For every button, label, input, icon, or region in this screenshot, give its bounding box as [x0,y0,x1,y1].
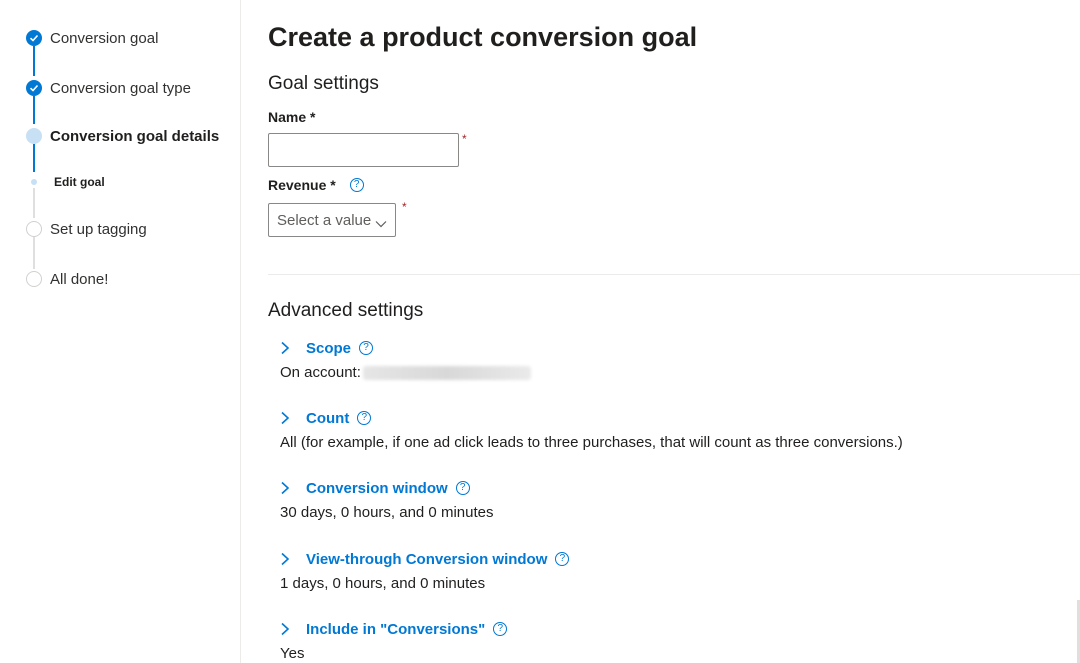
step-all-done[interactable]: All done! [0,267,220,291]
help-icon[interactable]: ? [349,178,364,192]
conversion-window-expander[interactable]: Conversion window ? [280,477,470,499]
step-label: Conversion goal details [50,127,220,145]
section-divider [268,274,1080,275]
view-through-conversion-window-value: 1 days, 0 hours, and 0 minutes [280,575,486,592]
step-set-up-tagging[interactable]: Set up tagging [0,217,220,241]
chevron-right-icon [280,622,294,636]
pending-step-circle-icon [26,271,42,287]
revenue-label-row: Revenue * ? [268,177,364,193]
stepper-connector [33,144,35,172]
conversion-window-value: 30 days, 0 hours, and 0 minutes [280,504,494,521]
stepper-connector [33,96,35,124]
step-conversion-goal[interactable]: Conversion goal [0,26,220,50]
include-in-conversions-label: Include in "Conversions" [306,620,486,638]
help-icon[interactable]: ? [455,481,470,495]
checkmark-icon [26,30,42,46]
chevron-right-icon [280,552,294,566]
stepper-connector [33,237,35,269]
chevron-right-icon [280,411,294,425]
chevron-right-icon [280,341,294,355]
required-marker: * [402,200,407,214]
chevron-down-icon [375,215,387,233]
step-label: All done! [50,270,109,288]
name-input[interactable] [268,133,459,167]
conversion-window-label: Conversion window [306,479,448,497]
scope-value: On account: [280,364,531,381]
step-label: Set up tagging [50,220,147,238]
revenue-select-value: Select a value [277,211,372,229]
scope-expander[interactable]: Scope ? [280,337,374,359]
substep-dot-icon [31,179,37,185]
required-marker: * [462,132,467,146]
redacted-account-id [362,365,531,380]
step-label: Conversion goal [50,29,159,47]
scope-value-text: On account: [280,364,361,381]
wizard-stepper: Conversion goal Conversion goal type Con… [0,0,241,663]
chevron-right-icon [280,481,294,495]
revenue-select[interactable]: Select a value [268,203,396,237]
current-step-indicator [26,128,42,144]
include-in-conversions-value: Yes [280,645,305,662]
scope-label: Scope [306,339,352,357]
step-label: Conversion goal type [50,79,191,97]
page-title: Create a product conversion goal [268,22,698,52]
step-conversion-goal-type[interactable]: Conversion goal type [0,76,220,100]
help-icon[interactable]: ? [493,622,508,636]
goal-settings-title: Goal settings [268,73,379,94]
view-through-conversion-window-label: View-through Conversion window [306,550,548,568]
count-expander[interactable]: Count ? [280,407,372,429]
name-label: Name * [268,109,316,125]
count-label: Count [306,409,350,427]
substep-edit-goal[interactable]: Edit goal [0,170,220,194]
checkmark-icon [26,80,42,96]
help-icon[interactable]: ? [359,341,374,355]
include-in-conversions-expander[interactable]: Include in "Conversions" ? [280,618,508,640]
revenue-label: Revenue * [268,177,336,193]
help-icon[interactable]: ? [357,411,372,425]
view-through-conversion-window-expander[interactable]: View-through Conversion window ? [280,548,570,570]
step-conversion-goal-details[interactable]: Conversion goal details [0,124,220,148]
substep-label: Edit goal [54,175,105,189]
count-value: All (for example, if one ad click leads … [280,434,903,451]
pending-step-circle-icon [26,221,42,237]
help-icon[interactable]: ? [555,552,570,566]
stepper-connector [33,46,35,76]
advanced-settings-title: Advanced settings [268,300,424,321]
